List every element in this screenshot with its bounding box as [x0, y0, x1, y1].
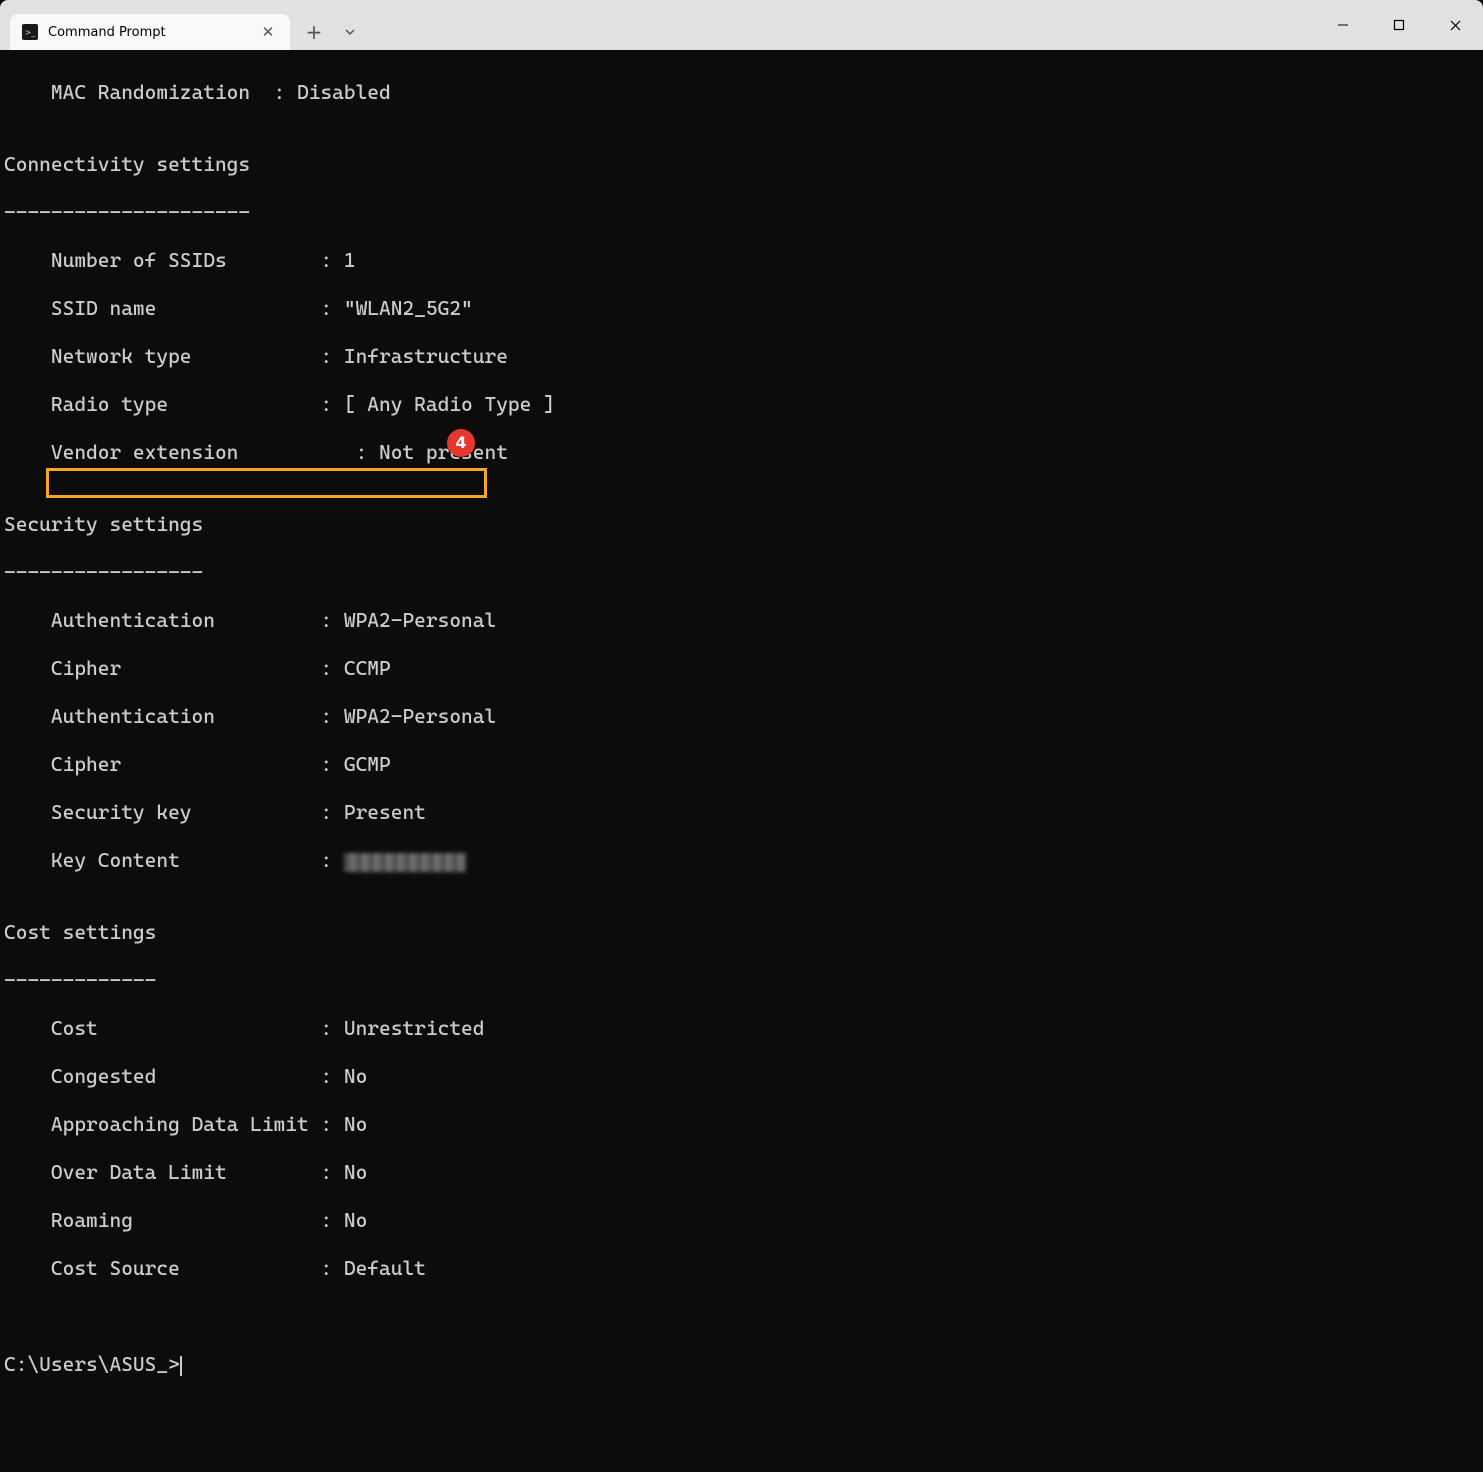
output-line: Authentication : WPA2-Personal — [4, 608, 1479, 632]
section-separator: --------------------- — [4, 200, 1479, 224]
output-line: Authentication : WPA2-Personal — [4, 704, 1479, 728]
output-line: Cost : Unrestricted — [4, 1016, 1479, 1040]
annotation-badge: 4 — [447, 429, 475, 457]
output-line: Network type : Infrastructure — [4, 344, 1479, 368]
output-line: MAC Randomization : Disabled — [4, 80, 1479, 104]
cursor-icon — [180, 1356, 182, 1376]
section-header: Security settings — [4, 512, 1479, 536]
prompt-line: C:\Users\ASUS_> — [4, 1352, 1479, 1376]
output-line: Cost Source : Default — [4, 1256, 1479, 1280]
tab-dropdown-icon[interactable] — [332, 14, 368, 50]
close-tab-icon[interactable]: ✕ — [258, 22, 278, 42]
title-bar: >_ Command Prompt ✕ + — [0, 0, 1483, 50]
tab-title: Command Prompt — [48, 25, 258, 40]
close-window-button[interactable] — [1427, 0, 1483, 50]
add-tab-button[interactable]: + — [296, 14, 332, 50]
maximize-button[interactable] — [1371, 0, 1427, 50]
output-line: Cipher : CCMP — [4, 656, 1479, 680]
section-header: Cost settings — [4, 920, 1479, 944]
output-line: Vendor extension : Not present — [4, 440, 1479, 464]
badge-number: 4 — [455, 431, 466, 455]
section-separator: ------------- — [4, 968, 1479, 992]
output-line: Cipher : GCMP — [4, 752, 1479, 776]
prompt: C:\Users\ASUS_> — [4, 1352, 180, 1376]
redacted-key-content — [344, 853, 466, 872]
output-line: Key Content : — [4, 848, 1479, 872]
output-line: Congested : No — [4, 1064, 1479, 1088]
output-line: Radio type : [ Any Radio Type ] — [4, 392, 1479, 416]
cmd-icon: >_ — [22, 24, 38, 40]
section-separator: ----------------- — [4, 560, 1479, 584]
output-line: Approaching Data Limit : No — [4, 1112, 1479, 1136]
output-line: Security key : Present — [4, 800, 1479, 824]
output-line: Number of SSIDs : 1 — [4, 248, 1479, 272]
output-line: SSID name : "WLAN2_5G2" — [4, 296, 1479, 320]
minimize-button[interactable] — [1315, 0, 1371, 50]
section-header: Connectivity settings — [4, 152, 1479, 176]
output-line: Over Data Limit : No — [4, 1160, 1479, 1184]
terminal-tab[interactable]: >_ Command Prompt ✕ — [10, 14, 290, 50]
annotation-highlight — [46, 468, 487, 498]
window-controls — [1315, 0, 1483, 50]
output-line: Roaming : No — [4, 1208, 1479, 1232]
key-content-label: Key Content : — [4, 848, 344, 872]
terminal-output[interactable]: MAC Randomization : Disabled Connectivit… — [0, 50, 1483, 792]
